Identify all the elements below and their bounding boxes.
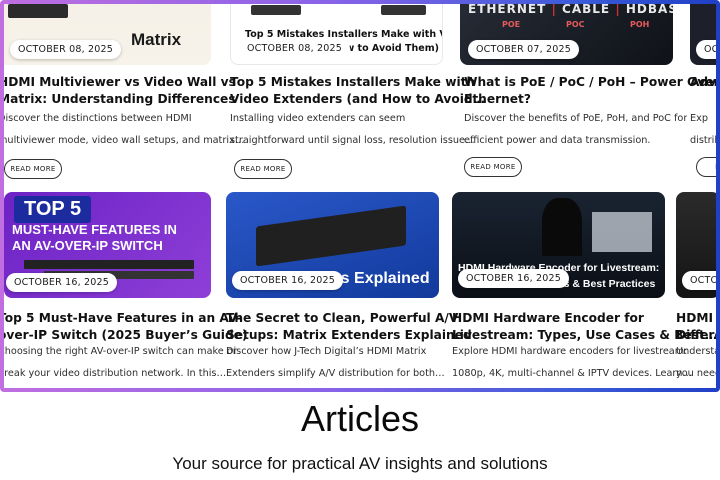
article-thumbnail[interactable]: OCT — [690, 4, 716, 65]
label-poc: POC — [566, 20, 585, 29]
article-card[interactable]: HDMI Hardware Encoder for Livestream: se… — [452, 192, 716, 388]
excerpt-line: Understan — [676, 346, 716, 357]
excerpt-line: straightforward until signal loss, resol… — [230, 135, 475, 146]
date-badge: OCTOBER 08, 2025 — [239, 39, 351, 58]
article-thumbnail[interactable]: nders Explained OCTOBER 16, 2025 — [226, 192, 439, 298]
article-card[interactable]: OCT Adv Exp distrib READ — [690, 4, 716, 194]
studio-light-image — [592, 212, 652, 252]
title-line: HDMI Multiviewer vs Video Wall vs — [4, 75, 236, 89]
camera-operator-image — [542, 198, 582, 256]
label-poe: POE — [502, 20, 521, 29]
article-card[interactable]: TOP 5 MUST-HAVE FEATURES IN AN AV-OVER-I… — [4, 192, 248, 388]
thumbnail-text: Matrix — [131, 30, 182, 49]
excerpt-line: Discover the benefits of PoE, PoH, and P… — [464, 113, 688, 124]
article-thumbnail[interactable]: Top 5 Mistakes Installers Make with Vide… — [230, 4, 443, 65]
excerpt-line: Exp — [690, 113, 709, 124]
article-card[interactable]: ETHERNET | CABLE | HDBASET POE POC POH O… — [460, 4, 716, 194]
article-thumbnail[interactable]: TOP 5 MUST-HAVE FEATURES IN AN AV-OVER-I… — [4, 192, 211, 298]
title-line: Ethernet? — [464, 92, 531, 106]
title-line: Video Extenders (and How to Avoid… — [230, 92, 485, 106]
article-thumbnail[interactable]: OCTOBE — [676, 192, 716, 298]
title-line: Adv — [690, 75, 716, 89]
date-badge: OCTOBER 16, 2025 — [458, 269, 570, 288]
article-thumbnail[interactable]: ETHERNET | CABLE | HDBASET POE POC POH O… — [460, 4, 673, 65]
date-badge: OCTOBER 16, 2025 — [6, 273, 118, 292]
device-image — [8, 4, 68, 18]
date-badge: OCT — [696, 40, 716, 59]
date-badge: OCTOBER 07, 2025 — [468, 40, 580, 59]
excerpt-line: you need a — [676, 368, 716, 379]
article-card[interactable]: Top 5 Mistakes Installers Make with Vide… — [230, 4, 485, 194]
excerpt-line: 1080p, 4K, multi-channel & IPTV devices.… — [452, 368, 693, 379]
device-image — [251, 5, 301, 15]
date-badge: OCTOBER 16, 2025 — [232, 271, 344, 290]
title-line: What is PoE / PoC / PoH – Power Over — [464, 75, 716, 89]
excerpt-line: distrib — [690, 135, 716, 146]
excerpt-line: efficient power and data transmission. — [464, 135, 651, 146]
excerpt-line: Extenders simplify A/V distribution for … — [226, 368, 445, 379]
read-more-button[interactable]: READ MORE — [4, 159, 62, 179]
thumbnail-label: ETHERNET | CABLE | HDBASET — [468, 4, 673, 16]
matrix-device-image — [256, 205, 406, 267]
excerpt-line: Discover the distinctions between HDMI — [4, 113, 192, 124]
title-line: HDMI Sp — [676, 311, 716, 325]
article-grid: Matrix OCTOBER 08, 2025 HDMI Multiviewer… — [4, 4, 716, 388]
device-image — [381, 5, 426, 15]
article-card[interactable]: nders Explained OCTOBER 16, 2025 The Sec… — [226, 192, 472, 388]
thumbnail-text: MUST-HAVE FEATURES IN — [12, 222, 177, 237]
section-title: Articles — [300, 398, 420, 439]
excerpt-line: break your video distribution network. I… — [4, 368, 227, 379]
label-ethernet: ETHERNET — [468, 4, 547, 16]
section-subtitle: Your source for practical AV insights an… — [172, 454, 548, 473]
label-cable: CABLE — [562, 4, 611, 16]
excerpt-line: Explore HDMI hardware encoders for lives… — [452, 346, 688, 357]
date-badge: OCTOBE — [682, 271, 716, 290]
excerpt-line: Discover how J-Tech Digital’s HDMI Matri… — [226, 346, 427, 357]
label-poh: POH — [630, 20, 650, 29]
title-line: Top 5 Mistakes Installers Make with — [230, 75, 476, 89]
date-badge: OCTOBER 08, 2025 — [10, 40, 122, 59]
read-more-button[interactable]: READ MORE — [234, 159, 292, 179]
excerpt-line: Choosing the right AV-over-IP switch can… — [4, 346, 237, 357]
label-hdbaset: HDBASET — [625, 4, 673, 16]
excerpt-line: Installing video extenders can seem — [230, 113, 406, 124]
article-grid-frame: Matrix OCTOBER 08, 2025 HDMI Multiviewer… — [0, 0, 720, 392]
read-more-button[interactable]: READ — [696, 157, 716, 177]
switch-image — [24, 260, 194, 269]
title-line: HDMI Hardware Encoder for — [452, 311, 644, 325]
title-line: Top 5 Must-Have Features in an AV- — [4, 311, 242, 325]
excerpt-line: multiviewer mode, video wall setups, and… — [4, 135, 245, 146]
article-thumbnail[interactable]: HDMI Hardware Encoder for Livestream: se… — [452, 192, 665, 298]
title-line: The Secret to Clean, Powerful A/V — [226, 311, 459, 325]
article-card[interactable]: OCTOBE HDMI Sp Differen Understan you ne… — [676, 192, 716, 388]
article-card[interactable]: Matrix OCTOBER 08, 2025 HDMI Multiviewer… — [4, 4, 244, 194]
thumbnail-badge: TOP 5 — [14, 196, 92, 223]
read-more-button[interactable]: READ MORE — [464, 157, 522, 177]
title-line: Matrix: Understanding Differences — [4, 92, 236, 106]
article-thumbnail[interactable]: Matrix OCTOBER 08, 2025 — [4, 4, 211, 65]
thumbnail-text: AN AV-OVER-IP SWITCH — [12, 238, 163, 253]
